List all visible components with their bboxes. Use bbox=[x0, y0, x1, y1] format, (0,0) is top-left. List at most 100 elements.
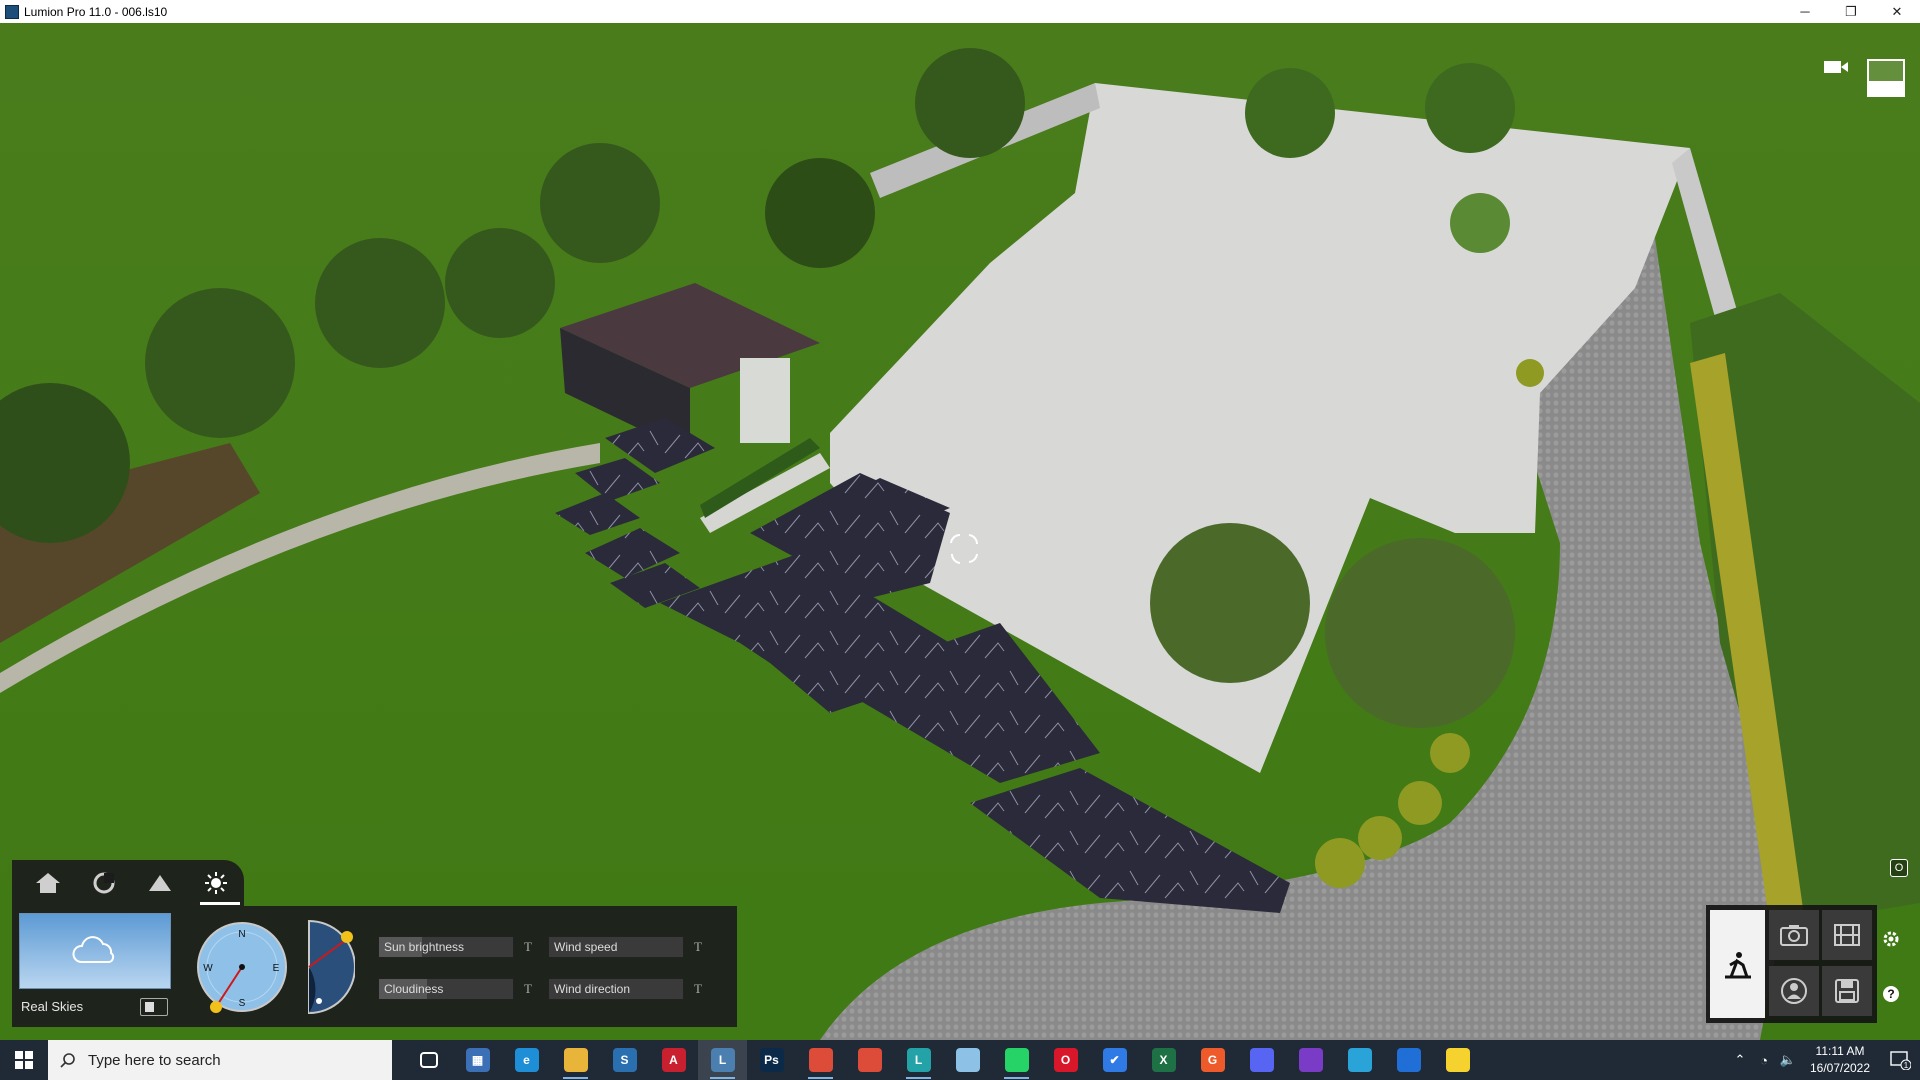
taskbar-app-discord[interactable] bbox=[1237, 1040, 1286, 1080]
taskbar-app-chrome[interactable] bbox=[796, 1040, 845, 1080]
scene-render bbox=[0, 23, 1920, 1040]
task-view-icon bbox=[419, 1052, 438, 1068]
sky-preset-thumbnail[interactable] bbox=[19, 913, 171, 989]
taskbar-app-task-view[interactable] bbox=[404, 1040, 453, 1080]
taskbar-app-autocad[interactable]: A bbox=[649, 1040, 698, 1080]
taskbar-app-3d-app[interactable] bbox=[1384, 1040, 1433, 1080]
close-button[interactable]: ✕ bbox=[1874, 0, 1920, 23]
taskbar-app-podcast[interactable] bbox=[1286, 1040, 1335, 1080]
save-button[interactable] bbox=[1822, 966, 1872, 1016]
sun-height-control[interactable] bbox=[305, 919, 356, 1020]
taskbar-app-excel[interactable]: X bbox=[1139, 1040, 1188, 1080]
house-icon[interactable] bbox=[32, 867, 64, 899]
taskbar-app-file-explorer[interactable] bbox=[551, 1040, 600, 1080]
taskbar-app-whatsapp[interactable] bbox=[992, 1040, 1041, 1080]
wind-direction-key-button[interactable]: T bbox=[694, 981, 702, 997]
real-skies-toggle[interactable] bbox=[140, 998, 168, 1016]
cloudiness-key-button[interactable]: T bbox=[524, 981, 532, 997]
mode-panel bbox=[1706, 905, 1877, 1023]
360-panorama-icon bbox=[1781, 978, 1807, 1004]
gear-icon[interactable] bbox=[1880, 928, 1902, 950]
restore-button[interactable]: ❐ bbox=[1828, 0, 1874, 23]
sketchup-icon: S bbox=[612, 1048, 637, 1072]
taskbar-search-box[interactable]: Type here to search bbox=[48, 1040, 392, 1080]
taskbar-app-calculator[interactable]: ▦ bbox=[453, 1040, 502, 1080]
compass-n: N bbox=[238, 929, 245, 940]
taskbar-app-todo[interactable]: ✔ bbox=[1090, 1040, 1139, 1080]
photo-mode-icon bbox=[1780, 925, 1808, 946]
taskbar-app-list: ▦ e S A L Ps L O ✔ X G bbox=[404, 1040, 1482, 1080]
lumion-2-icon: L bbox=[906, 1048, 931, 1072]
sticky-notes-icon bbox=[1445, 1048, 1470, 1072]
taskbar-app-grammarly[interactable]: G bbox=[1188, 1040, 1237, 1080]
save-icon bbox=[1835, 979, 1859, 1003]
landscape-icon[interactable] bbox=[144, 867, 176, 899]
todo-icon: ✔ bbox=[1102, 1048, 1127, 1072]
wifi-icon[interactable]: ◔ bbox=[1752, 1053, 1776, 1068]
taskbar-app-sketchup[interactable]: S bbox=[600, 1040, 649, 1080]
material-icon[interactable] bbox=[88, 867, 120, 899]
minimize-button[interactable]: ─ bbox=[1782, 0, 1828, 23]
compass-w: W bbox=[203, 963, 213, 974]
discord-icon bbox=[1249, 1048, 1274, 1072]
system-tray: ⌃ ◔ 🔈 11:11 AM 16/07/2022 1 bbox=[1728, 1040, 1920, 1080]
search-icon bbox=[60, 1053, 75, 1068]
compass-e: E bbox=[273, 963, 280, 974]
autocad-icon: A bbox=[661, 1048, 686, 1072]
telegram-icon bbox=[1347, 1048, 1372, 1072]
sun-direction-compass[interactable]: N S E W bbox=[194, 919, 290, 1020]
taskbar-app-notes[interactable] bbox=[943, 1040, 992, 1080]
windows-taskbar: Type here to search ▦ e S A L Ps L O ✔ X G ⌃ ◔ 🔈 1… bbox=[0, 1040, 1920, 1080]
window-title: Lumion Pro 11.0 - 006.ls10 bbox=[24, 4, 168, 19]
3d-app-icon bbox=[1396, 1048, 1421, 1072]
file-explorer-icon bbox=[563, 1048, 588, 1072]
calculator-icon: ▦ bbox=[465, 1048, 490, 1072]
mode-tabs bbox=[12, 860, 244, 906]
sky-preset-label: Real Skies bbox=[21, 999, 84, 1014]
fullscreen-view-button[interactable] bbox=[1867, 59, 1905, 97]
podcast-icon bbox=[1298, 1048, 1323, 1072]
volume-icon[interactable]: 🔈 bbox=[1776, 1052, 1800, 1068]
photoshop-icon: Ps bbox=[759, 1048, 784, 1072]
wind-speed-slider[interactable]: Wind speed bbox=[548, 936, 684, 958]
notification-icon: 1 bbox=[1890, 1051, 1911, 1070]
taskbar-app-photoshop[interactable]: Ps bbox=[747, 1040, 796, 1080]
notification-center-button[interactable]: 1 bbox=[1880, 1050, 1920, 1070]
taskbar-app-telegram[interactable] bbox=[1335, 1040, 1384, 1080]
3d-viewport[interactable]: O bbox=[0, 23, 1920, 1040]
chevron-up-icon[interactable]: ⌃ bbox=[1728, 1052, 1752, 1068]
movie-mode-button[interactable] bbox=[1822, 910, 1872, 960]
sun-icon[interactable] bbox=[200, 867, 240, 905]
excel-icon: X bbox=[1151, 1048, 1176, 1072]
lumion-app-icon bbox=[5, 4, 19, 19]
sun-brightness-slider[interactable]: Sun brightness bbox=[378, 936, 514, 958]
360-panorama-button[interactable] bbox=[1769, 966, 1819, 1016]
help-icon[interactable]: ? bbox=[1880, 983, 1902, 1005]
clock-time: 11:11 AM bbox=[1815, 1044, 1865, 1058]
movie-mode-icon bbox=[1834, 924, 1860, 946]
wind-direction-slider[interactable]: Wind direction bbox=[548, 978, 684, 1000]
wind-speed-key-button[interactable]: T bbox=[694, 939, 702, 955]
taskbar-app-lumion-2[interactable]: L bbox=[894, 1040, 943, 1080]
build-mode-icon bbox=[1724, 952, 1751, 979]
cloud-icon bbox=[72, 936, 115, 963]
sun-brightness-key-button[interactable]: T bbox=[524, 939, 532, 955]
taskbar-app-sticky-notes[interactable] bbox=[1433, 1040, 1482, 1080]
compass-s: S bbox=[239, 998, 246, 1009]
taskbar-app-lumion[interactable]: L bbox=[698, 1040, 747, 1080]
grammarly-icon: G bbox=[1200, 1048, 1225, 1072]
camera-view-icon[interactable] bbox=[1823, 61, 1853, 93]
opera-icon: O bbox=[1053, 1048, 1078, 1072]
cloudiness-slider[interactable]: Cloudiness bbox=[378, 978, 514, 1000]
windows-start-button[interactable] bbox=[0, 1040, 48, 1080]
taskbar-clock[interactable]: 11:11 AM 16/07/2022 bbox=[1800, 1043, 1880, 1077]
key-hint-badge: O bbox=[1890, 859, 1908, 877]
taskbar-app-opera[interactable]: O bbox=[1041, 1040, 1090, 1080]
search-placeholder: Type here to search bbox=[88, 1051, 221, 1069]
taskbar-app-chrome-2[interactable] bbox=[845, 1040, 894, 1080]
photo-mode-button[interactable] bbox=[1769, 910, 1819, 960]
build-mode-button[interactable] bbox=[1710, 910, 1765, 1018]
chrome-icon bbox=[808, 1048, 833, 1072]
edge-icon: e bbox=[514, 1048, 539, 1072]
taskbar-app-edge[interactable]: e bbox=[502, 1040, 551, 1080]
